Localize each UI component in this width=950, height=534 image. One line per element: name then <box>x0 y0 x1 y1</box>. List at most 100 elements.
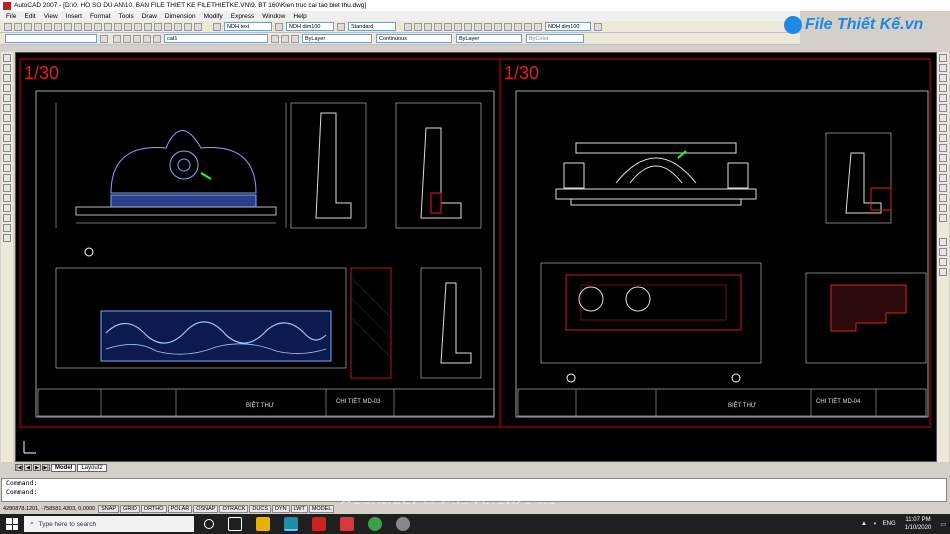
spline-icon[interactable] <box>3 134 11 142</box>
rectangle-icon[interactable] <box>3 94 11 102</box>
array-icon[interactable] <box>939 94 947 102</box>
zoom-previous-icon[interactable] <box>144 22 152 31</box>
center-mark-icon[interactable] <box>534 22 542 31</box>
ducs-toggle[interactable]: DUCS <box>249 505 271 513</box>
windows-start-icon[interactable] <box>6 518 18 530</box>
jogged-icon[interactable] <box>454 22 462 31</box>
osnap-toggle[interactable]: OSNAP <box>193 505 219 513</box>
menu-modify[interactable]: Modify <box>204 13 223 20</box>
dim-style-icon[interactable] <box>275 22 283 31</box>
tab-model[interactable]: Model <box>51 463 77 472</box>
redo-icon[interactable] <box>114 22 122 31</box>
dim-update-icon[interactable] <box>594 22 602 31</box>
line-icon[interactable] <box>3 54 11 62</box>
workspace-select[interactable] <box>5 34 97 43</box>
text-style-icon[interactable] <box>213 22 221 31</box>
menu-tools[interactable]: Tools <box>119 13 134 20</box>
taskbar-search-input[interactable]: ⌕ Type here to search <box>24 516 194 532</box>
point-icon[interactable] <box>3 184 11 192</box>
table-style-icon[interactable] <box>337 22 345 31</box>
polar-toggle[interactable]: POLAR <box>167 505 193 513</box>
workspace-settings-icon[interactable] <box>100 34 108 43</box>
volume-icon[interactable]: ◖ <box>873 521 877 527</box>
undo-icon[interactable] <box>104 22 112 31</box>
menu-express[interactable]: Express <box>231 13 254 20</box>
foxit-icon[interactable] <box>340 517 354 531</box>
paste-icon[interactable] <box>84 22 92 31</box>
region-icon[interactable] <box>3 214 11 222</box>
first-tab-icon[interactable]: |◀ <box>15 464 23 471</box>
grid-toggle[interactable]: GRID <box>120 505 140 513</box>
linear-dim-icon[interactable] <box>404 22 412 31</box>
trim-icon[interactable] <box>939 144 947 152</box>
make-current-icon[interactable] <box>271 34 279 43</box>
text-edit-icon[interactable] <box>939 248 947 256</box>
snap-toggle[interactable]: SNAP <box>98 505 120 513</box>
copy-icon[interactable] <box>74 22 82 31</box>
pan-icon[interactable] <box>124 22 132 31</box>
next-tab-icon[interactable]: ▶ <box>33 464 41 471</box>
menu-file[interactable]: File <box>6 13 16 20</box>
properties-icon[interactable] <box>154 22 162 31</box>
menu-view[interactable]: View <box>44 13 58 20</box>
zoom-icon[interactable] <box>134 22 142 31</box>
new-icon[interactable] <box>4 22 12 31</box>
cut-icon[interactable] <box>64 22 72 31</box>
layer-select[interactable]: cat1 <box>164 34 268 43</box>
polyline-icon[interactable] <box>3 74 11 82</box>
publish-icon[interactable] <box>54 22 62 31</box>
ellipse-arc-icon[interactable] <box>3 154 11 162</box>
match-properties-icon[interactable] <box>94 22 102 31</box>
design-center-icon[interactable] <box>164 22 172 31</box>
move-icon[interactable] <box>939 104 947 112</box>
leader-icon[interactable] <box>514 22 522 31</box>
network-icon[interactable]: ▲ <box>861 521 867 527</box>
dyn-toggle[interactable]: DYN <box>272 505 290 513</box>
copy-object-icon[interactable] <box>939 64 947 72</box>
menu-insert[interactable]: Insert <box>66 13 82 20</box>
cortana-icon[interactable] <box>204 519 214 529</box>
circle-icon[interactable] <box>3 114 11 122</box>
ellipse-icon[interactable] <box>3 144 11 152</box>
table-icon[interactable] <box>3 224 11 232</box>
radius-icon[interactable] <box>444 22 452 31</box>
open-icon[interactable] <box>14 22 22 31</box>
join-icon[interactable] <box>939 184 947 192</box>
chamfer-icon[interactable] <box>939 194 947 202</box>
zoom-extents-icon[interactable] <box>939 268 947 276</box>
gradient-icon[interactable] <box>3 204 11 212</box>
help-icon[interactable] <box>194 22 202 31</box>
menu-window[interactable]: Window <box>262 13 285 20</box>
tab-layout2[interactable]: Layout2 <box>77 463 107 472</box>
language-indicator[interactable]: ENG <box>883 521 896 527</box>
layer-lock-icon[interactable] <box>143 34 151 43</box>
baseline-icon[interactable] <box>494 22 502 31</box>
autocad-taskbar-icon[interactable] <box>284 517 298 531</box>
stretch-icon[interactable] <box>939 134 947 142</box>
revision-cloud-icon[interactable] <box>3 124 11 132</box>
layer-states-icon[interactable] <box>291 34 299 43</box>
menu-dimension[interactable]: Dimension <box>165 13 196 20</box>
hatch-icon[interactable] <box>3 194 11 202</box>
insert-block-icon[interactable] <box>3 164 11 172</box>
menu-help[interactable]: Help <box>293 13 306 20</box>
file-explorer-icon[interactable] <box>256 517 270 531</box>
layer-color-icon[interactable] <box>153 34 161 43</box>
draw-order-icon[interactable] <box>939 238 947 246</box>
break-point-icon[interactable] <box>939 164 947 172</box>
tolerance-icon[interactable] <box>524 22 532 31</box>
lwt-toggle[interactable]: LWT <box>290 505 308 513</box>
menu-draw[interactable]: Draw <box>142 13 157 20</box>
quick-dim-icon[interactable] <box>484 22 492 31</box>
app-icon[interactable] <box>396 517 410 531</box>
chrome-icon[interactable] <box>312 517 326 531</box>
table-style-select[interactable]: Standard <box>348 22 396 31</box>
zoom-window-icon[interactable] <box>939 258 947 266</box>
layer-manager-icon[interactable] <box>113 34 121 43</box>
cad-drawing[interactable]: 1/30 BIỆT THỰ CHI TIẾT MD-03 1/30 BIỆT T… <box>16 53 936 461</box>
tool-palette-icon[interactable] <box>174 22 182 31</box>
aligned-dim-icon[interactable] <box>414 22 422 31</box>
explode-icon[interactable] <box>939 214 947 222</box>
make-block-icon[interactable] <box>3 174 11 182</box>
mirror-icon[interactable] <box>939 74 947 82</box>
